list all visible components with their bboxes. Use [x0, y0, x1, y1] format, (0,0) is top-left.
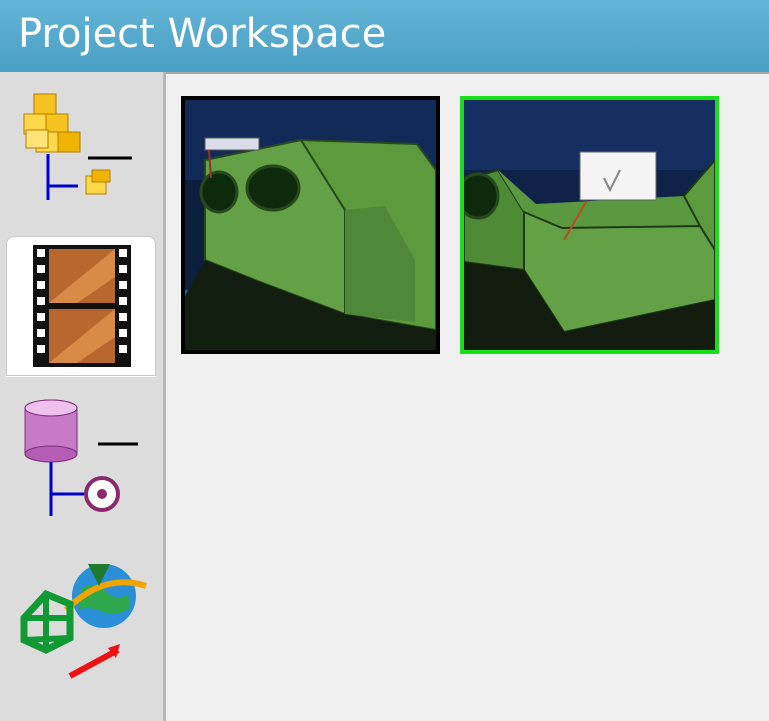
sidebar-item-web-publish[interactable] — [6, 552, 156, 692]
sidebar-item-product-structure[interactable] — [6, 78, 156, 218]
database-tree-icon — [24, 399, 138, 516]
title-bar: Project Workspace — [0, 0, 769, 72]
sidebar-item-database-tree[interactable] — [6, 394, 156, 534]
globe-publish-icon — [20, 564, 147, 679]
capture-thumbnail[interactable] — [181, 96, 440, 354]
capture-thumbnail-area — [166, 72, 769, 721]
sidebar-item-capture-viewer[interactable] — [6, 236, 156, 376]
project-workspace-window: Project Workspace — [0, 0, 769, 721]
sidebar — [0, 72, 166, 721]
capture-thumbnail-selected[interactable] — [460, 96, 719, 354]
film-strip-icon — [33, 245, 131, 367]
capture-2-preview-image — [464, 100, 715, 350]
capture-1-preview-image — [185, 100, 436, 350]
product-structure-icon — [23, 93, 132, 200]
window-title: Project Workspace — [18, 11, 387, 57]
